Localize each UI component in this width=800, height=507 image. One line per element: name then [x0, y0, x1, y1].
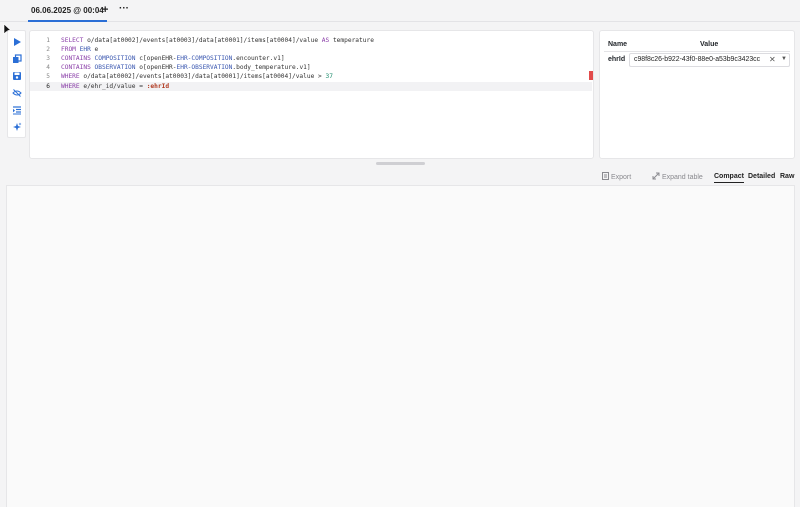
code-text[interactable]: SELECT o/data[at0002]/events[at0003]/dat… — [61, 36, 374, 45]
params-header-value: Value — [700, 41, 719, 48]
code-line[interactable]: 1 SELECT o/data[at0002]/events[at0003]/da… — [30, 36, 592, 45]
code-token: o/data[at0002]/events[at0003]/data[at000… — [83, 73, 326, 81]
code-line[interactable]: 5 WHERE o/data[at0002]/events[at0003]/dat… — [30, 72, 592, 81]
code-token: SELECT — [61, 37, 88, 44]
format-icon[interactable] — [11, 104, 23, 116]
params-divider — [604, 51, 790, 52]
code-token: .body_temperature.v1] — [232, 64, 311, 72]
more-tabs-button[interactable]: ··· — [119, 3, 129, 15]
code-token: e/ehr_id/value = — [83, 82, 147, 90]
code-token: COMPOSITION — [94, 55, 140, 63]
tab-query[interactable]: 06.06.2025 @ 00:04 — [28, 4, 107, 22]
line-number: 3 — [46, 55, 50, 63]
hide-icon[interactable] — [11, 87, 23, 99]
save-icon[interactable] — [11, 70, 23, 82]
params-header-name: Name — [608, 41, 628, 48]
run-icon[interactable] — [11, 36, 23, 48]
code-token: e — [94, 46, 99, 54]
code-token: EHR — [79, 46, 95, 54]
clear-icon[interactable]: ✕ — [769, 55, 776, 64]
add-tab-button[interactable]: + — [102, 4, 108, 16]
view-detailed-tab[interactable]: Detailed — [748, 172, 775, 182]
code-token: c[openEHR- — [139, 55, 177, 63]
line-number: 6 — [46, 82, 50, 90]
expand-icon — [652, 172, 660, 180]
code-token: :ehrId — [146, 82, 170, 90]
code-token: AS — [321, 37, 333, 44]
code-token: temperature — [332, 37, 374, 44]
export-button[interactable]: Export — [602, 172, 631, 183]
code-token: CONTAINS — [61, 55, 95, 63]
line-number: 5 — [46, 73, 50, 81]
code-text[interactable]: FROM EHR e — [61, 45, 98, 54]
editor-toolbar — [7, 30, 26, 138]
app: 06.06.2025 @ 00:04 + ··· 1 SELECT o/data[… — [0, 0, 800, 507]
code-text[interactable]: CONTAINS OBSERVATION o[openEHR-EHR-OBSER… — [61, 63, 311, 72]
code-token: WHERE — [61, 73, 84, 81]
code-token: OBSERVATION — [94, 64, 140, 72]
code-line[interactable]: 3 CONTAINS COMPOSITION c[openEHR-EHR-COMP… — [30, 54, 592, 63]
code-text[interactable]: CONTAINS COMPOSITION c[openEHR-EHR-COMPO… — [61, 54, 285, 63]
code-token: EHR-COMPOSITION — [176, 55, 233, 63]
code-line[interactable]: 4 CONTAINS OBSERVATION o[openEHR-EHR-OBSE… — [30, 63, 592, 72]
line-number: 2 — [46, 46, 50, 54]
code-token: .encounter.v1] — [232, 55, 285, 63]
code-token: FROM — [61, 46, 80, 54]
code-token: WHERE — [61, 82, 84, 90]
param-value-field[interactable]: c98f8c26-b922-43f0-88e0-a53b9c3423cc ✕ ▼ — [629, 53, 790, 67]
chevron-down-icon[interactable]: ▼ — [781, 56, 787, 62]
view-compact-tab[interactable]: Compact — [714, 172, 744, 183]
code-line[interactable]: 6 WHERE e/ehr_id/value = :ehrId — [30, 81, 592, 91]
code-text[interactable]: WHERE e/ehr_id/value = :ehrId — [61, 82, 169, 91]
line-number: 4 — [46, 64, 50, 72]
sparkle-icon[interactable] — [11, 121, 23, 133]
copy-icon[interactable] — [11, 53, 23, 65]
parameters-panel: Name Value ehrId c98f8c26-b922-43f0-88e0… — [599, 30, 795, 159]
code-line[interactable]: 2 FROM EHR e — [30, 45, 592, 54]
code-token: o/data[at0002]/events[at0003]/data[at000… — [87, 37, 322, 44]
resize-handle[interactable] — [376, 162, 425, 165]
expand-table-button[interactable]: Expand table — [652, 172, 703, 183]
code-token: CONTAINS — [61, 64, 95, 72]
code-token: EHR-OBSERVATION — [176, 64, 233, 72]
export-label: Export — [610, 174, 632, 181]
code-token: 37 — [325, 73, 333, 81]
results-area — [6, 185, 795, 507]
line-number: 1 — [46, 37, 50, 44]
export-icon — [602, 172, 609, 180]
view-raw-tab[interactable]: Raw — [780, 172, 794, 182]
tab-bar: 06.06.2025 @ 00:04 + ··· — [0, 0, 800, 22]
aql-editor[interactable]: 1 SELECT o/data[at0002]/events[at0003]/da… — [29, 30, 594, 159]
code-text[interactable]: WHERE o/data[at0002]/events[at0003]/data… — [61, 72, 333, 81]
param-name: ehrId — [608, 56, 626, 63]
expand-label: Expand table — [661, 174, 703, 181]
param-value-text[interactable]: c98f8c26-b922-43f0-88e0-a53b9c3423cc — [634, 56, 760, 63]
code-token: o[openEHR- — [139, 64, 177, 72]
